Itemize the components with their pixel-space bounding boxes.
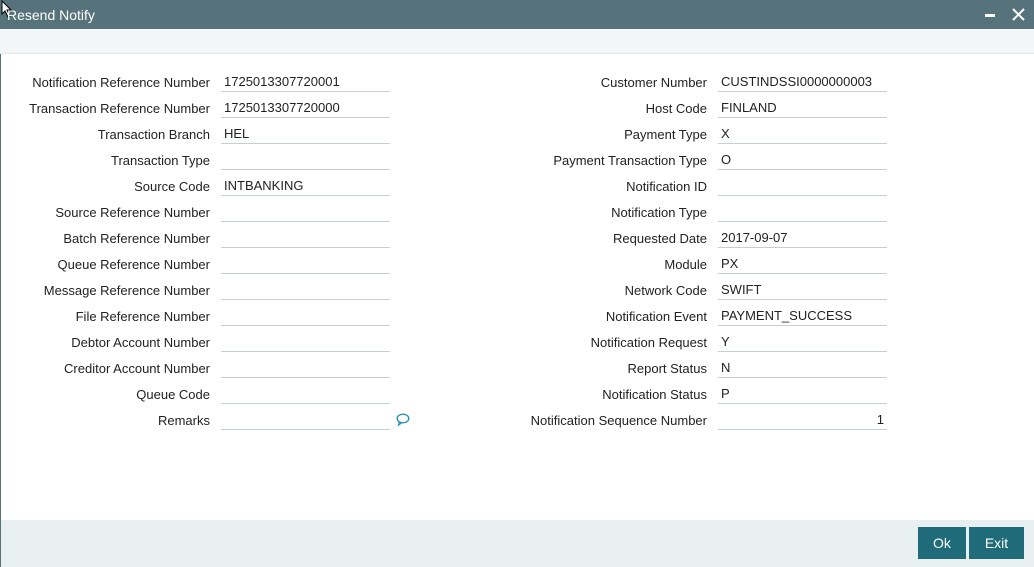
creditor-account-number-field[interactable] (221, 356, 390, 378)
source-code-field[interactable]: INTBANKING (221, 174, 390, 196)
customer-number-label: Customer Number (600, 75, 707, 90)
queue-code-label: Queue Code (136, 387, 210, 402)
footer-bar: Ok Exit (0, 520, 1034, 567)
host-code-field[interactable]: FINLAND (718, 96, 887, 118)
notification-type-field[interactable] (718, 200, 887, 222)
notification-status-label: Notification Status (602, 387, 707, 402)
payment-type-field[interactable]: X (718, 122, 887, 144)
module-field[interactable]: PX (718, 252, 887, 274)
notification-event-field[interactable]: PAYMENT_SUCCESS (718, 304, 887, 326)
notification-id-label: Notification ID (626, 179, 707, 194)
requested-date-label: Requested Date (613, 231, 707, 246)
module-label: Module (664, 257, 707, 272)
host-code-label: Host Code (645, 101, 707, 116)
toolbar-strip (0, 29, 1034, 54)
payment-transaction-type-label: Payment Transaction Type (553, 153, 707, 168)
notification-id-field[interactable] (718, 174, 887, 196)
notification-reference-number-label: Notification Reference Number (32, 75, 210, 90)
queue-reference-number-field[interactable] (221, 252, 390, 274)
queue-code-field[interactable] (221, 382, 390, 404)
chat-bubble-icon[interactable] (396, 413, 410, 426)
source-reference-number-label: Source Reference Number (55, 205, 210, 220)
source-reference-number-field[interactable] (221, 200, 390, 222)
message-reference-number-field[interactable] (221, 278, 390, 300)
window-title: Resend Notify (7, 7, 95, 23)
notification-reference-number-field[interactable]: 1725013307720001 (221, 70, 390, 92)
batch-reference-number-label: Batch Reference Number (63, 231, 210, 246)
file-reference-number-label: File Reference Number (75, 309, 210, 324)
notification-request-label: Notification Request (590, 335, 707, 350)
queue-reference-number-label: Queue Reference Number (57, 257, 210, 272)
notification-sequence-number-label: Notification Sequence Number (530, 413, 707, 428)
network-code-label: Network Code (624, 283, 707, 298)
requested-date-field[interactable]: 2017-09-07 (718, 226, 887, 248)
batch-reference-number-field[interactable] (221, 226, 390, 248)
remarks-label: Remarks (157, 413, 210, 428)
notification-event-label: Notification Event (605, 309, 707, 324)
customer-number-field[interactable]: CUSTINDSSI0000000003 (718, 70, 887, 92)
title-bar: Resend Notify (0, 0, 1034, 29)
debtor-account-number-label: Debtor Account Number (71, 335, 210, 350)
transaction-reference-number-label: Transaction Reference Number (29, 101, 210, 116)
remarks-field[interactable] (221, 408, 390, 430)
transaction-type-field[interactable] (221, 148, 390, 170)
creditor-account-number-label: Creditor Account Number (64, 361, 210, 376)
transaction-branch-field[interactable]: HEL (221, 122, 390, 144)
payment-type-label: Payment Type (624, 127, 707, 142)
network-code-field[interactable]: SWIFT (718, 278, 887, 300)
report-status-field[interactable]: N (718, 356, 887, 378)
notification-request-field[interactable]: Y (718, 330, 887, 352)
payment-transaction-type-field[interactable]: O (718, 148, 887, 170)
notification-sequence-number-field[interactable]: 1 (718, 408, 887, 430)
exit-button[interactable]: Exit (969, 527, 1024, 559)
form-area: Notification Reference Number 1725013307… (0, 54, 1034, 520)
file-reference-number-field[interactable] (221, 304, 390, 326)
ok-button[interactable]: Ok (918, 527, 966, 559)
minimize-icon[interactable] (980, 4, 1000, 24)
transaction-reference-number-field[interactable]: 1725013307720000 (221, 96, 390, 118)
close-icon[interactable] (1009, 4, 1029, 24)
source-code-label: Source Code (134, 179, 210, 194)
report-status-label: Report Status (627, 361, 708, 376)
message-reference-number-label: Message Reference Number (43, 283, 210, 298)
notification-type-label: Notification Type (611, 205, 707, 220)
transaction-branch-label: Transaction Branch (97, 127, 210, 142)
notification-status-field[interactable]: P (718, 382, 887, 404)
transaction-type-label: Transaction Type (111, 153, 210, 168)
debtor-account-number-field[interactable] (221, 330, 390, 352)
